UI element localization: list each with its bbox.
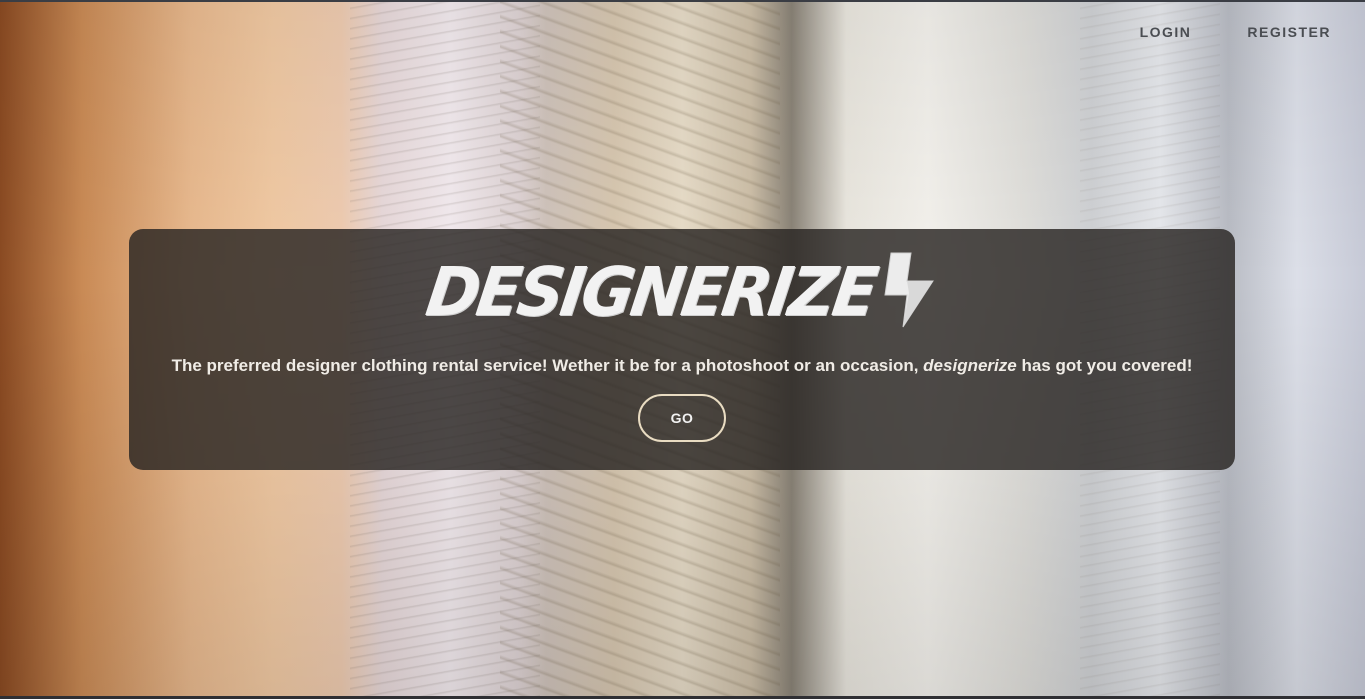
tagline: The preferred designer clothing rental s…: [172, 356, 1193, 376]
brand-logo: DESIGNERIZE: [421, 251, 938, 334]
tagline-brand-emphasis: designerize: [923, 356, 1017, 375]
hero-panel: DESIGNERIZE The preferred designer cloth…: [129, 229, 1235, 470]
lightning-bolt-icon: [877, 251, 937, 334]
brand-logo-text: DESIGNERIZE: [421, 253, 879, 332]
top-border: [0, 0, 1365, 2]
top-nav: LOGIN REGISTER: [1140, 24, 1331, 40]
register-link[interactable]: REGISTER: [1247, 24, 1331, 40]
go-button[interactable]: GO: [638, 394, 726, 442]
tagline-text-end: has got you covered!: [1016, 356, 1193, 375]
tagline-text: The preferred designer clothing rental s…: [171, 356, 924, 375]
login-link[interactable]: LOGIN: [1140, 24, 1192, 40]
